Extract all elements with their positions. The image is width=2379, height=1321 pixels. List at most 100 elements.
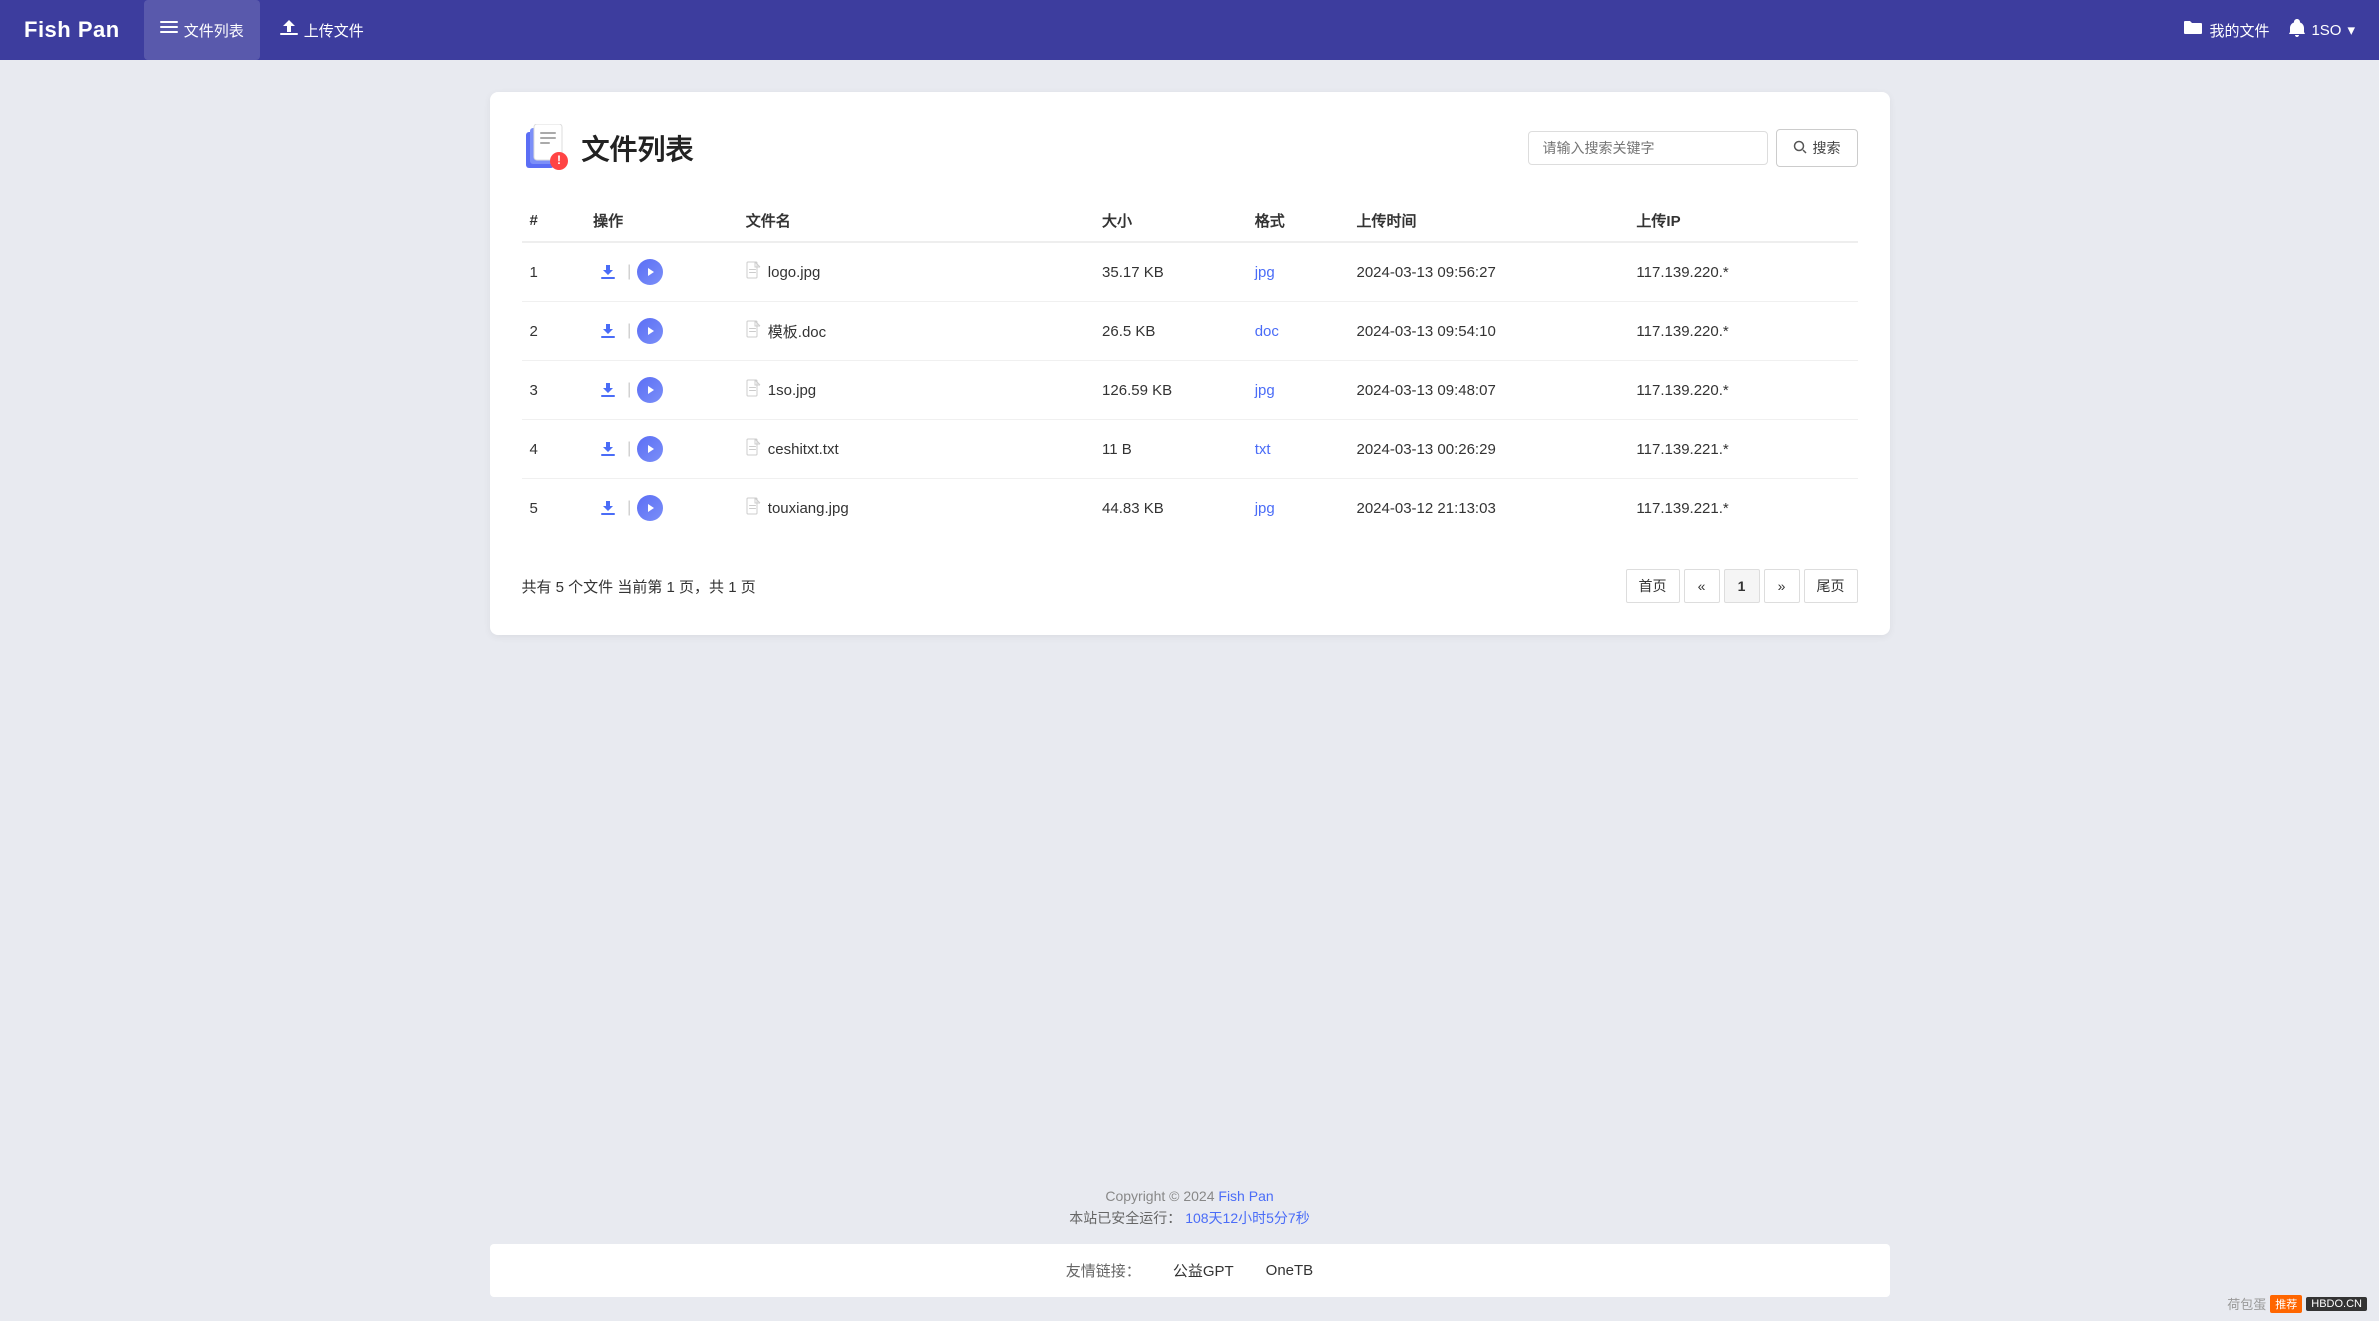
user-menu[interactable]: 1SO ▾ [2289, 19, 2355, 41]
cell-format-3: txt [1247, 420, 1349, 479]
view-circle-2 [637, 377, 663, 403]
link-onetb[interactable]: OneTB [1266, 1262, 1314, 1279]
col-header-num: # [522, 200, 586, 242]
cell-size-4: 44.83 KB [1094, 479, 1247, 538]
my-files-label: 我的文件 [2209, 20, 2269, 41]
footer-links: 友情链接： 公益GPT OneTB [490, 1244, 1890, 1297]
nav-file-list[interactable]: 文件列表 [144, 0, 260, 60]
cell-time-4: 2024-03-12 21:13:03 [1349, 479, 1629, 538]
download-button-0[interactable] [593, 257, 623, 287]
cell-ip-3: 117.139.221.* [1628, 420, 1857, 479]
pagination-info: 共有 5 个文件 当前第 1 页，共 1 页 [522, 576, 756, 597]
first-page-button[interactable]: 首页 [1626, 569, 1680, 603]
search-button[interactable]: 搜索 [1776, 129, 1858, 167]
table-row: 2 | [522, 302, 1858, 361]
nav-upload[interactable]: 上传文件 [264, 0, 380, 60]
folder-open-icon [2183, 20, 2203, 40]
filename-2: 1so.jpg [768, 382, 816, 399]
view-button-1[interactable] [635, 316, 665, 346]
table-row: 4 | [522, 420, 1858, 479]
action-divider-3: | [627, 440, 631, 458]
upload-icon [280, 20, 298, 40]
view-circle-3 [637, 436, 663, 462]
table-header-row: # 操作 文件名 大小 格式 上传时间 上传IP [522, 200, 1858, 242]
download-button-2[interactable] [593, 375, 623, 405]
cell-action-4: | [585, 479, 738, 538]
table-row: 1 | [522, 242, 1858, 302]
view-circle-4 [637, 495, 663, 521]
cell-num-3: 4 [522, 420, 586, 479]
main-content: ! 文件列表 搜索 [0, 60, 2379, 1164]
cell-size-3: 11 B [1094, 420, 1247, 479]
download-button-1[interactable] [593, 316, 623, 346]
cell-ip-2: 117.139.220.* [1628, 361, 1857, 420]
cell-name-3: ceshitxt.txt [738, 420, 1094, 479]
col-header-name: 文件名 [738, 200, 1094, 242]
page-title: 文件列表 [582, 128, 694, 168]
search-button-label: 搜索 [1813, 138, 1841, 158]
format-link-2[interactable]: jpg [1255, 382, 1275, 399]
download-button-4[interactable] [593, 493, 623, 523]
format-link-3[interactable]: txt [1255, 441, 1271, 458]
cell-time-3: 2024-03-13 00:26:29 [1349, 420, 1629, 479]
footer: Copyright © 2024 Fish Pan 本站已安全运行： 108天1… [0, 1164, 2379, 1321]
filename-3: ceshitxt.txt [768, 441, 839, 458]
runtime-label: 本站已安全运行： [1069, 1210, 1181, 1226]
link-gpt[interactable]: 公益GPT [1173, 1260, 1234, 1281]
links-label: 友情链接： [1066, 1260, 1141, 1281]
action-divider-4: | [627, 499, 631, 517]
view-button-0[interactable] [635, 257, 665, 287]
cell-name-1: 模板.doc [738, 302, 1094, 361]
next-page-button[interactable]: » [1764, 569, 1800, 603]
file-type-icon-1 [746, 320, 762, 343]
cell-action-0: | [585, 242, 738, 302]
filename-4: touxiang.jpg [768, 500, 849, 517]
cell-num-2: 3 [522, 361, 586, 420]
cell-size-0: 35.17 KB [1094, 242, 1247, 302]
filename-1: 模板.doc [768, 321, 826, 342]
col-header-time: 上传时间 [1349, 200, 1629, 242]
cell-time-2: 2024-03-13 09:48:07 [1349, 361, 1629, 420]
format-link-1[interactable]: doc [1255, 323, 1279, 340]
cell-name-2: 1so.jpg [738, 361, 1094, 420]
view-button-2[interactable] [635, 375, 665, 405]
watermark-badge2: HBDO.CN [2306, 1297, 2367, 1311]
card-header: ! 文件列表 搜索 [522, 124, 1858, 172]
header: Fish Pan 文件列表 上传文件 [0, 0, 2379, 60]
header-right: 我的文件 1SO ▾ [2183, 19, 2355, 41]
cell-action-3: | [585, 420, 738, 479]
cell-format-1: doc [1247, 302, 1349, 361]
col-header-size: 大小 [1094, 200, 1247, 242]
current-page-button[interactable]: 1 [1724, 569, 1760, 603]
cell-format-0: jpg [1247, 242, 1349, 302]
footer-brand-link[interactable]: Fish Pan [1218, 1188, 1273, 1204]
file-type-icon-3 [746, 438, 762, 461]
download-button-3[interactable] [593, 434, 623, 464]
search-icon [1793, 140, 1807, 157]
svg-text:!: ! [557, 153, 561, 167]
cell-name-0: logo.jpg [738, 242, 1094, 302]
format-link-0[interactable]: jpg [1255, 264, 1275, 281]
nav-file-list-label: 文件列表 [184, 20, 244, 41]
view-button-4[interactable] [635, 493, 665, 523]
footer-copyright: Copyright © 2024 Fish Pan 本站已安全运行： 108天1… [0, 1164, 2379, 1244]
watermark-badge1: 推荐 [2270, 1295, 2302, 1313]
last-page-button[interactable]: 尾页 [1804, 569, 1858, 603]
view-circle-0 [637, 259, 663, 285]
cell-action-2: | [585, 361, 738, 420]
logo[interactable]: Fish Pan [24, 17, 120, 43]
list-icon [160, 21, 178, 39]
view-button-3[interactable] [635, 434, 665, 464]
prev-page-button[interactable]: « [1684, 569, 1720, 603]
my-files-link[interactable]: 我的文件 [2183, 20, 2269, 41]
cell-format-2: jpg [1247, 361, 1349, 420]
bottom-area: 共有 5 个文件 当前第 1 页，共 1 页 首页 « 1 » 尾页 [522, 569, 1858, 603]
bell-icon [2289, 19, 2305, 41]
cell-num-0: 1 [522, 242, 586, 302]
table-row: 3 | [522, 361, 1858, 420]
user-label: 1SO [2311, 22, 2341, 39]
copyright-text: Copyright © 2024 [1105, 1188, 1214, 1204]
nav-upload-label: 上传文件 [304, 20, 364, 41]
search-input[interactable] [1528, 131, 1768, 165]
format-link-4[interactable]: jpg [1255, 500, 1275, 517]
